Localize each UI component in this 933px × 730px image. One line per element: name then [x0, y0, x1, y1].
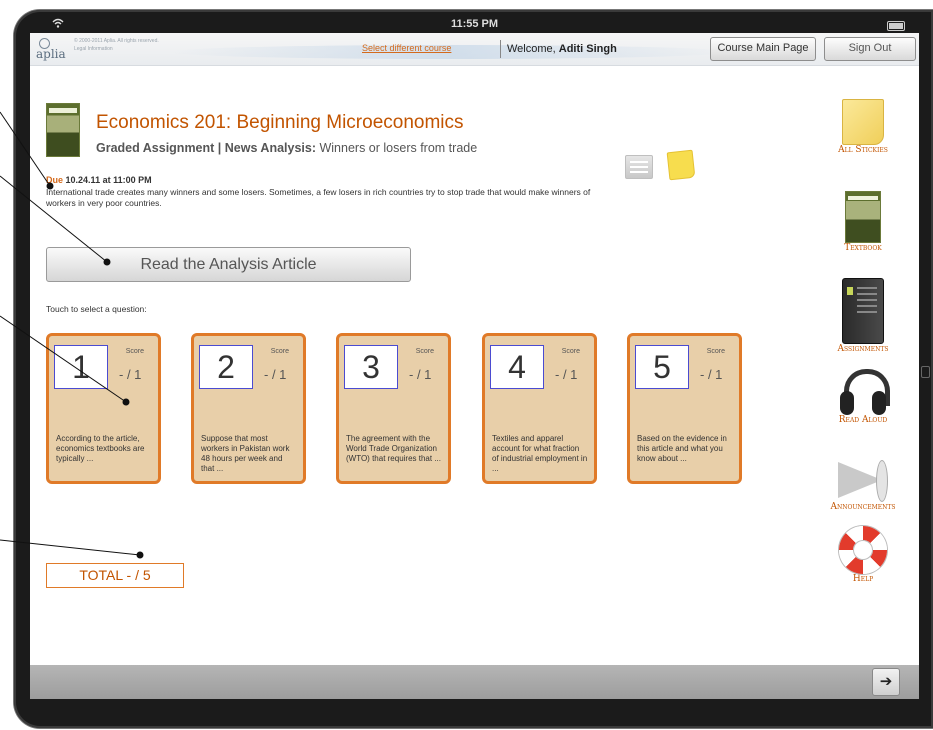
status-time: 11:55 PM [450, 18, 499, 30]
status-bar: 11:55 PM [30, 17, 919, 33]
question-preview: Textiles and apparel account for what fr… [492, 434, 588, 473]
due-date: Due 10.24.11 at 11:00 PM [46, 175, 152, 185]
score-label: Score [561, 348, 580, 355]
sidebar-item-assignments[interactable]: Assignments [813, 278, 913, 354]
sidebar-label: Read Aloud [838, 415, 888, 425]
course-title: Economics 201: Beginning Microeconomics [96, 112, 464, 133]
logo-wordmark: aplia [36, 47, 66, 61]
question-number: 5 [635, 345, 689, 389]
sidebar-item-help[interactable]: Help [813, 526, 913, 584]
question-card-1[interactable]: 1 Score - / 1 According to the article, … [46, 333, 161, 484]
user-name: Aditi Singh [558, 43, 617, 55]
sidebar-item-read-aloud[interactable]: Read Aloud [813, 369, 913, 425]
course-book-thumbnail [46, 103, 80, 157]
question-number: 1 [54, 345, 108, 389]
question-number: 3 [344, 345, 398, 389]
sidebar-label: All Stickies [838, 145, 888, 155]
sticky-notes-icon [842, 99, 884, 145]
score-label: Score [125, 348, 144, 355]
score-value: - / 1 [700, 367, 723, 382]
question-preview: Suppose that most workers in Pakistan wo… [201, 434, 290, 473]
megaphone-icon [838, 458, 888, 502]
select-question-prompt: Touch to select a question: [46, 304, 147, 314]
assignment-subtitle: Graded Assignment | News Analysis: Winne… [96, 141, 477, 155]
total-score: TOTAL - / 5 [46, 563, 184, 588]
assignment-intro: International trade creates many winners… [46, 187, 591, 208]
footer-bar [30, 665, 919, 699]
question-card-2[interactable]: 2 Score - / 1 Suppose that most workers … [191, 333, 306, 484]
legal-link[interactable]: Legal Information [74, 45, 194, 53]
due-label: Due [46, 175, 64, 185]
assignments-icon [842, 278, 884, 344]
welcome-prefix: Welcome, [507, 43, 556, 55]
sidebar-label: Textbook [844, 243, 882, 253]
arrow-right-icon[interactable]: ➔ [872, 668, 900, 696]
question-preview: The agreement with the World Trade Organ… [346, 434, 441, 463]
course-main-page-button[interactable]: Course Main Page [710, 37, 816, 61]
sticky-note-icon[interactable] [666, 149, 696, 181]
question-card-5[interactable]: 5 Score - / 1 Based on the evidence in t… [627, 333, 742, 484]
score-value: - / 1 [119, 367, 142, 382]
copyright-line: © 2000-2011 Aplia. All rights reserved. [74, 38, 159, 44]
life-ring-icon [839, 526, 887, 574]
textbook-icon [845, 191, 881, 243]
headphones-icon [840, 369, 890, 415]
score-label: Score [706, 348, 725, 355]
question-number: 4 [490, 345, 544, 389]
select-course-link[interactable]: Select different course [362, 43, 451, 53]
sidebar-label: Help [852, 574, 874, 584]
question-card-4[interactable]: 4 Score - / 1 Textiles and apparel accou… [482, 333, 597, 484]
sidebar-item-textbook[interactable]: Textbook [813, 191, 913, 253]
welcome-text: Welcome, Aditi Singh [507, 43, 617, 55]
sidebar-item-announcements[interactable]: Announcements [813, 458, 913, 512]
battery-icon [887, 21, 905, 31]
aplia-logo: aplia [36, 38, 70, 62]
header-bar: aplia © 2000-2011 Aplia. All rights rese… [30, 33, 919, 66]
sign-out-button[interactable]: Sign Out [824, 37, 916, 61]
copyright-text: © 2000-2011 Aplia. All rights reserved. … [74, 37, 194, 53]
hardware-button [921, 366, 930, 378]
assignment-title: Winners or losers from trade [319, 141, 478, 155]
sidebar-label: Announcements [830, 502, 896, 512]
due-date-value: 10.24.11 at 11:00 PM [65, 175, 152, 185]
notes-icon[interactable] [625, 155, 653, 179]
app-screen: aplia © 2000-2011 Aplia. All rights rese… [30, 33, 919, 699]
header-divider [500, 40, 501, 58]
question-card-3[interactable]: 3 Score - / 1 The agreement with the Wor… [336, 333, 451, 484]
question-number: 2 [199, 345, 253, 389]
read-article-button[interactable]: Read the Analysis Article [46, 247, 411, 282]
score-value: - / 1 [264, 367, 287, 382]
question-preview: According to the article, economics text… [56, 434, 145, 463]
score-label: Score [270, 348, 289, 355]
assignment-type: Graded Assignment | News Analysis: [96, 141, 316, 155]
question-preview: Based on the evidence in this article an… [637, 434, 727, 463]
score-label: Score [415, 348, 434, 355]
score-value: - / 1 [409, 367, 432, 382]
sidebar-item-all-stickies[interactable]: All Stickies [813, 99, 913, 155]
sidebar-label: Assignments [837, 344, 889, 354]
score-value: - / 1 [555, 367, 578, 382]
